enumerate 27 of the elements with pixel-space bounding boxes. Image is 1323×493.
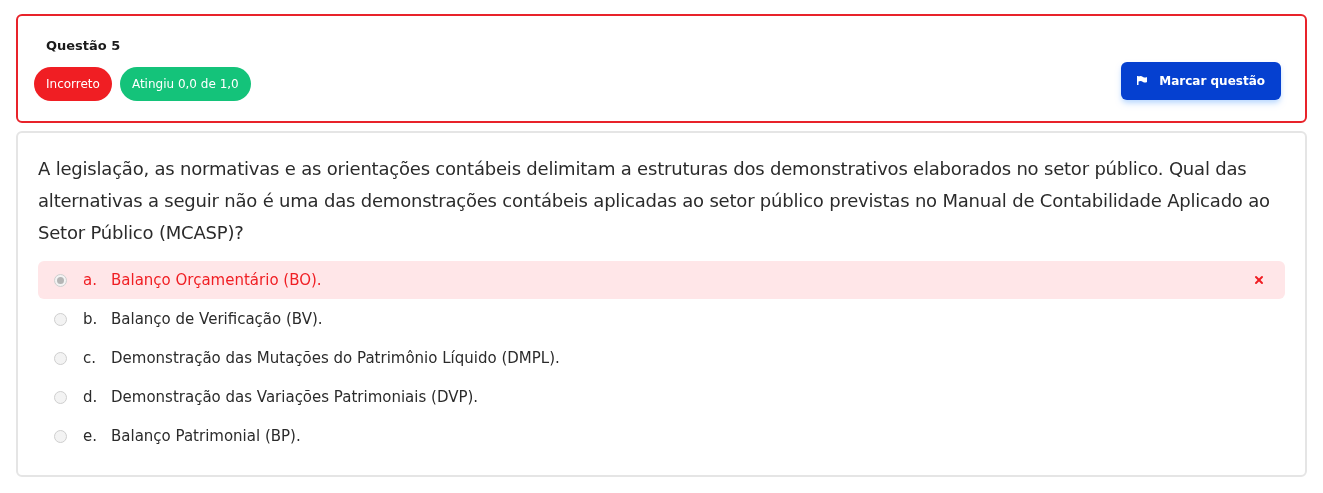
- answer-option[interactable]: a. Balanço Orçamentário (BO).: [38, 261, 1285, 299]
- option-letter: b.: [83, 308, 99, 330]
- question-text: A legislação, as normativas e as orientações contábeis delimitam a estruturas dos demonstrativos elaborados no setor público. Qual das alternativas a seguir não é uma das demonstrações contábeis aplicadas ao setor público previstas no Manual de Contabilidade Aplicado ao Setor Público (MCASP)?: [38, 157, 1271, 245]
- option-text: Balanço de Verificação (BV).: [111, 308, 324, 330]
- option-letter: c.: [83, 347, 97, 369]
- radio-button[interactable]: [54, 273, 67, 287]
- option-letter: e.: [83, 425, 98, 447]
- option-text: Balanço Patrimonial (BP).: [111, 425, 302, 447]
- option-letter: d.: [83, 386, 99, 408]
- answer-option[interactable]: e. Balanço Patrimonial (BP).: [38, 417, 1285, 455]
- close-icon: [1253, 274, 1265, 286]
- radio-button[interactable]: [54, 390, 67, 404]
- radio-button[interactable]: [54, 312, 67, 326]
- radio-button[interactable]: [54, 429, 67, 443]
- answer-option[interactable]: c. Demonstração das Mutações do Patrimônio Líquido (DMPL).: [38, 339, 1285, 377]
- answer-option[interactable]: b. Balanço de Verificação (BV).: [38, 300, 1285, 338]
- flag-icon: [1137, 76, 1148, 85]
- option-text: Demonstração das Mutações do Patrimônio Líquido (DMPL).: [111, 347, 561, 369]
- question-title: Questão 5: [45, 36, 122, 55]
- flag-question-button[interactable]: Marcar questão: [1121, 61, 1281, 100]
- answer-option[interactable]: d. Demonstração das Variações Patrimoniais (DVP).: [38, 378, 1285, 416]
- status-pill: Atingiu 0,0 de 1,0: [119, 67, 251, 102]
- status-pill: Incorreto: [34, 67, 112, 102]
- option-letter: a.: [83, 269, 98, 291]
- option-text: Balanço Orçamentário (BO).: [111, 269, 323, 291]
- radio-button[interactable]: [54, 351, 67, 365]
- option-text: Demonstração das Variações Patrimoniais (DVP).: [111, 386, 480, 408]
